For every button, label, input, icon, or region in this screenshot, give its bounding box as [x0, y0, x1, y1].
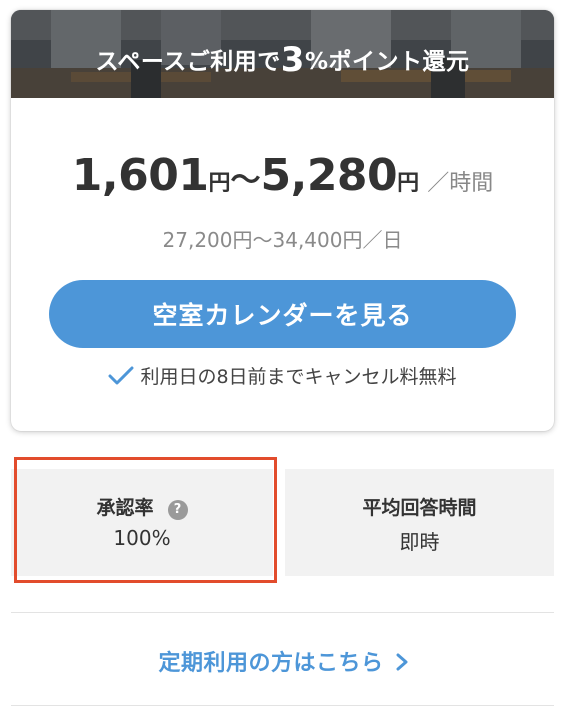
hourly-price: 1,601円〜5,280円 ／時間 — [11, 150, 554, 201]
approval-rate-label: 承認率 — [96, 497, 154, 519]
question-icon[interactable]: ? — [167, 500, 188, 520]
cancellation-note-text: 利用日の8日前までキャンセル料無料 — [140, 366, 457, 388]
price-card: スペースご利用で3%ポイント還元 1,601円〜5,280円 ／時間 27,200… — [11, 10, 554, 431]
price-max-currency: 円 — [397, 171, 420, 196]
banner-rate-number: 3 — [280, 40, 305, 80]
check-icon — [108, 366, 134, 385]
price-unit: ／時間 — [427, 171, 494, 196]
approval-rate-stat: 承認率? 100% — [11, 469, 273, 576]
cancellation-policy: 利用日の8日前までキャンセル料無料 — [11, 362, 554, 389]
divider — [11, 705, 554, 706]
regular-use-link-label: 定期利用の方はこちら — [158, 651, 384, 676]
price-min: 1,601 — [71, 150, 209, 201]
price-max: 5,280 — [260, 150, 398, 201]
average-response-time-stat: 平均回答時間 即時 — [285, 469, 554, 576]
price-min-currency: 円 — [208, 171, 231, 196]
chevron-right-icon — [396, 653, 407, 671]
points-banner: スペースご利用で3%ポイント還元 — [11, 10, 554, 98]
average-response-time-label: 平均回答時間 — [362, 497, 477, 519]
regular-use-link[interactable]: 定期利用の方はこちら — [0, 645, 566, 677]
points-banner-text: スペースご利用で3%ポイント還元 — [11, 40, 554, 80]
approval-rate-value: 100% — [113, 526, 171, 550]
average-response-time-value: 即時 — [399, 530, 440, 554]
banner-text-after: ポイント還元 — [328, 49, 470, 75]
approval-rate-title-row: 承認率? — [11, 493, 273, 520]
daily-price: 27,200円〜34,400円／日 — [162, 228, 403, 252]
price-separator: 〜 — [230, 163, 261, 198]
divider — [11, 612, 554, 613]
view-calendar-button[interactable]: 空室カレンダーを見る — [49, 280, 516, 348]
banner-text-before: スペースご利用で — [95, 49, 281, 75]
banner-rate-symbol: % — [304, 49, 329, 75]
